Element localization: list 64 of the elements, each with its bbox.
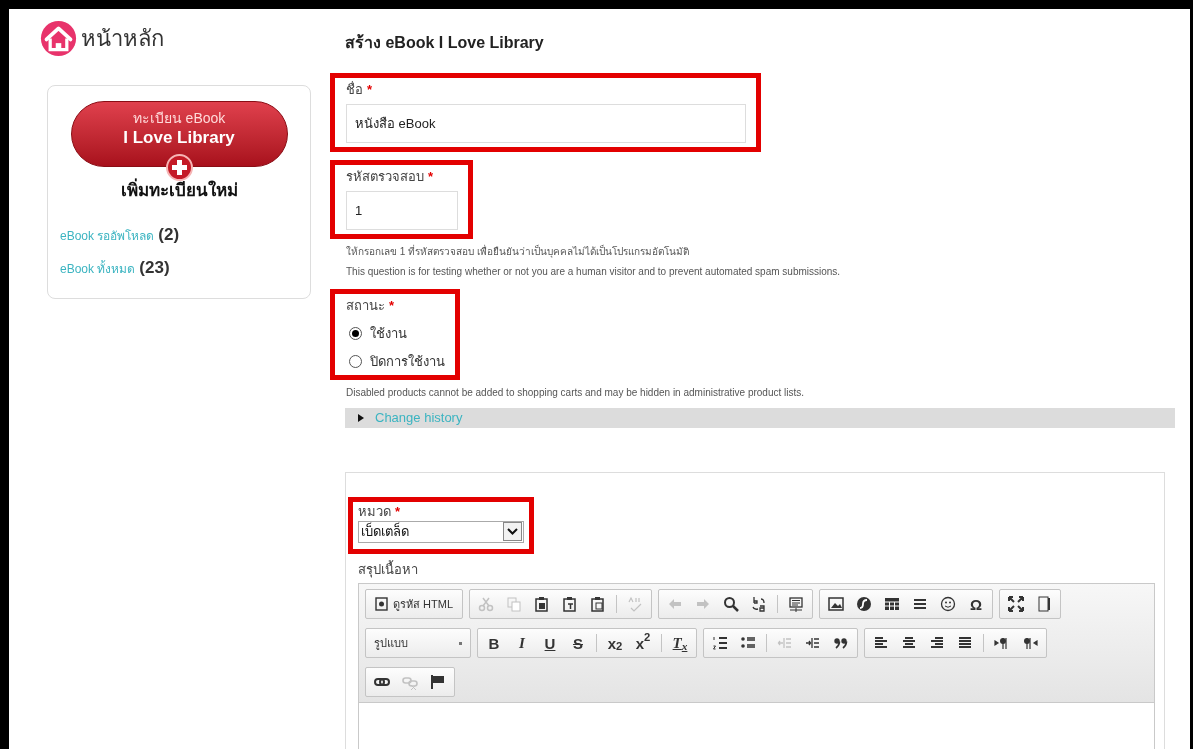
help-text: Disabled products cannot be added to shopping carts and may be hidden in administrative product lists. [346,386,806,400]
table-icon[interactable] [884,596,900,612]
clipboard-document-icon[interactable] [590,596,606,612]
replace-icon[interactable] [751,596,767,612]
home-icon[interactable] [40,20,77,57]
field-label: หมวด [358,503,391,520]
required-mark: * [428,169,434,185]
count-label: (2) [158,223,180,246]
chevron-down-icon [503,522,522,541]
field-label: สรุปเนื้อหา [358,559,419,579]
image-icon[interactable] [828,596,844,612]
show-blocks-icon[interactable] [1036,596,1052,612]
toolbar-button[interactable]: B [481,631,507,655]
help-text: ให้กรอกเลข 1 ที่รหัสตรวจสอบ เพื่อยืนยันว่าเป็นบุคคลไม่ได้เป็นโปรแกรมอัตโนมัติ [346,244,690,259]
toolbar-button[interactable]: T$_{x}$ [667,631,693,655]
register-button[interactable]: ทะเบียน eBook I Love Library [70,101,288,167]
radio-button[interactable] [349,354,362,368]
align-right-icon[interactable] [929,635,945,651]
required-mark: * [367,82,373,98]
category-dropdown[interactable]: เบ็ดเตล็ด [358,520,524,543]
horizontal-line-icon[interactable] [912,596,928,612]
field-label: สถานะ [346,298,385,314]
help-text: This question is for testing whether or not you are a human visitor and to prevent automated spam submissions. [346,265,842,279]
quote-icon[interactable] [833,635,849,651]
toolbar-button[interactable]: x$^{2}$ [630,631,656,655]
smiley-icon[interactable] [940,596,956,612]
format-dropdown[interactable]: รูปแบบ [369,631,467,655]
toolbar-button[interactable]: x$_{2}$ [602,631,628,655]
toolbar-button[interactable]: I [509,631,535,655]
left-to-right-icon[interactable] [994,635,1010,651]
numbered-list-icon[interactable] [712,635,728,651]
option-label: ปิดการใช้งาน [370,352,445,371]
required-mark: * [389,298,395,314]
field-label: รหัสตรวจสอบ [346,169,424,185]
toolbar-button[interactable]: Ω [963,592,989,616]
search-icon[interactable] [723,596,739,612]
option-label: ใช้งาน [370,325,407,343]
toolbar-button[interactable]: S [565,631,591,655]
align-center-icon[interactable] [901,635,917,651]
bulleted-list-icon[interactable] [740,635,756,651]
toolbar-button[interactable]: U [537,631,563,655]
align-left-icon[interactable] [873,635,889,651]
right-to-left-icon[interactable] [1022,635,1038,651]
add-new-label[interactable]: เพิ่มทะเบียนใหม่ [120,178,238,204]
maximize-icon[interactable] [1008,596,1024,612]
flag-icon[interactable] [430,674,446,690]
clipboard-icon[interactable] [534,596,550,612]
count-label: (23) [139,257,170,279]
clipboard-text-icon[interactable] [562,596,578,612]
flash-icon[interactable] [856,596,872,612]
text-field[interactable]: 1 [346,191,458,230]
required-mark: * [395,503,401,520]
caret-icon [459,641,462,645]
justify-icon[interactable] [957,635,973,651]
radio-button[interactable] [349,327,362,341]
field-label: ชื่อ [346,82,363,98]
indent-icon[interactable] [805,635,821,651]
text-field[interactable]: หนังสือ eBook [346,104,746,143]
select-all-icon[interactable] [788,596,804,612]
home-link[interactable]: หน้าหลัก [81,27,164,50]
caret-icon [357,413,365,422]
source-button[interactable]: ดูรหัส HTML [369,592,459,616]
page-title: สร้าง eBook I Love Library [345,33,545,53]
document-icon [375,597,388,611]
